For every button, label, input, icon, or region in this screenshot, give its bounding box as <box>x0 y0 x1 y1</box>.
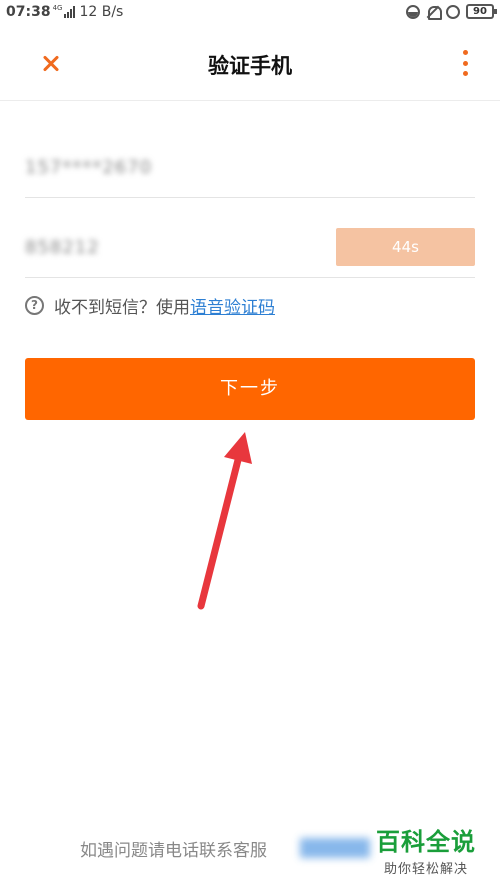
next-step-button[interactable]: 下一步 <box>25 358 475 420</box>
network-speed: 12 B/s <box>79 4 124 20</box>
verification-code-value: 858212 <box>25 237 100 258</box>
resend-countdown-button[interactable]: 44s <box>336 228 475 266</box>
watermark-title: 百科全说 <box>376 828 476 856</box>
phone-number-value: 157****2670 <box>25 157 153 178</box>
data-saver-icon <box>406 4 420 19</box>
signal-icon <box>64 6 76 18</box>
question-icon: ? <box>25 296 44 315</box>
voice-code-link[interactable]: 语音验证码 <box>190 293 275 318</box>
footer-help-text: 如遇问题请电话联系客服 <box>80 841 267 861</box>
network-type: 4G <box>52 4 63 12</box>
hint-text: 收不到短信？使用 <box>54 298 190 318</box>
battery-icon: 90 <box>466 4 497 19</box>
watermark-subtitle: 助你轻松解决 <box>384 862 469 877</box>
phone-field[interactable]: 157****2670 <box>25 140 475 198</box>
more-options-icon[interactable] <box>460 50 470 76</box>
status-left: 07:38 4G 12 B/s <box>6 4 123 20</box>
arrow-head <box>224 432 252 464</box>
page-title: 验证手机 <box>208 54 292 78</box>
watermark-logo: 百科全说 助你轻松解决 <box>376 828 486 877</box>
header: 验证手机 <box>0 26 500 101</box>
sms-hint: ? 收不到短信？使用 语音验证码 <box>25 293 275 318</box>
status-bar: 07:38 4G 12 B/s 90 <box>0 0 500 26</box>
clock: 07:38 <box>6 4 51 20</box>
annotation-arrow <box>197 432 252 610</box>
footer-blurred-link[interactable] <box>300 838 370 858</box>
lock-rotation-icon <box>446 4 460 19</box>
arrow-shaft <box>197 456 242 610</box>
status-right: 90 <box>406 4 497 20</box>
mute-bell-icon <box>426 5 442 20</box>
